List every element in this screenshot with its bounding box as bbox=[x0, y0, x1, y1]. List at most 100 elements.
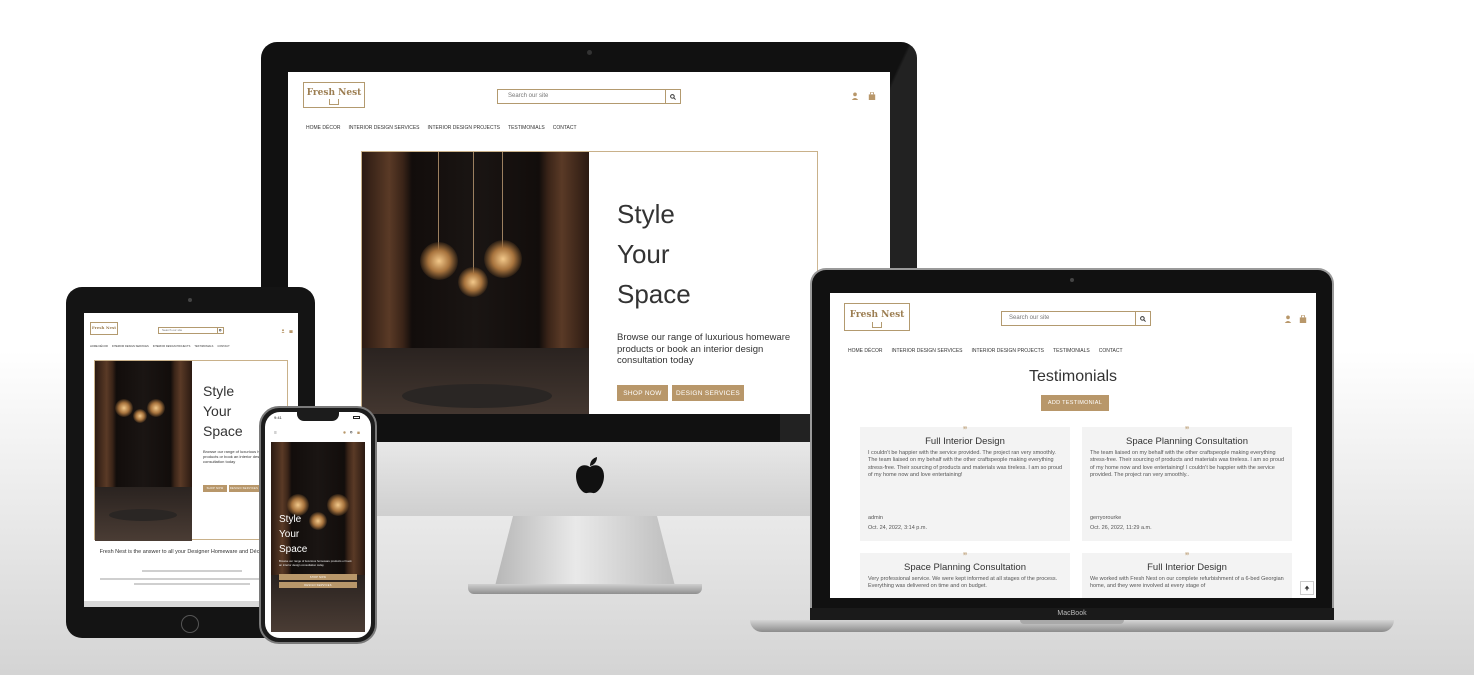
imac-screen: Fresh Nest Search our site HOME DÉCOR IN… bbox=[288, 72, 890, 414]
shopping-bag-icon[interactable] bbox=[1299, 315, 1307, 323]
dining-table bbox=[109, 509, 177, 521]
hero-heading: Style Your Space bbox=[203, 381, 243, 441]
search-button[interactable] bbox=[665, 90, 680, 103]
hero-heading: Style Your Space bbox=[279, 512, 307, 557]
nav-contact[interactable]: CONTACT bbox=[217, 345, 229, 348]
card-title: Full Interior Design bbox=[925, 436, 1005, 447]
hero-buttons: SHOP NOW DESIGN SERVICES bbox=[617, 385, 744, 401]
nav-interior-design-services[interactable]: INTERIOR DESIGN SERVICES bbox=[112, 345, 149, 348]
ipad-home-button[interactable] bbox=[181, 615, 199, 633]
search-placeholder: Search our site bbox=[162, 328, 183, 332]
nav-interior-design-projects[interactable]: INTERIOR DESIGN PROJECTS bbox=[972, 348, 1045, 354]
testimonial-card: ” Full Interior Design I couldn't be hap… bbox=[860, 425, 1070, 541]
arrow-up-icon bbox=[1304, 585, 1310, 591]
add-testimonial-button[interactable]: ADD TESTIMONIAL bbox=[1041, 395, 1109, 411]
macbook-screen: Fresh Nest Search our site HOME DÉCOR IN… bbox=[830, 293, 1316, 598]
pendant-lamp bbox=[147, 399, 165, 417]
card-author: admin bbox=[868, 515, 883, 521]
shopping-bag-icon[interactable] bbox=[289, 329, 293, 333]
nav-interior-design-services[interactable]: INTERIOR DESIGN SERVICES bbox=[348, 125, 419, 131]
design-services-button[interactable]: DESIGN SERVICES bbox=[672, 385, 744, 401]
nav-contact[interactable]: CONTACT bbox=[1099, 348, 1123, 354]
nav-testimonials[interactable]: TESTIMONIALS bbox=[508, 125, 545, 131]
logo-text: Fresh Nest bbox=[91, 325, 117, 330]
card-author: gerryorourke bbox=[1090, 515, 1122, 521]
user-icon[interactable] bbox=[1284, 315, 1292, 323]
card-body: We worked with Fresh Nest on our complet… bbox=[1090, 576, 1284, 590]
hero-line-1: Style bbox=[203, 383, 235, 399]
card-date: Oct. 24, 2022, 3:14 p.m. bbox=[868, 525, 928, 531]
hero-line-3: Space bbox=[203, 423, 243, 439]
site-logo[interactable]: Fresh Nest bbox=[90, 322, 118, 335]
testimonial-card: ” Full Interior Design We worked with Fr… bbox=[1082, 551, 1292, 598]
page-title: Testimonials bbox=[1028, 368, 1118, 385]
nav-interior-design-projects[interactable]: INTERIOR DESIGN PROJECTS bbox=[153, 345, 191, 348]
logo-mark-icon bbox=[329, 99, 339, 105]
search-button[interactable] bbox=[217, 328, 223, 333]
card-title: Space Planning Consultation bbox=[903, 562, 1026, 573]
search-button[interactable] bbox=[1135, 312, 1150, 325]
search-icon[interactable] bbox=[350, 431, 353, 434]
hero-line-1: Style bbox=[279, 514, 302, 525]
search-icon bbox=[670, 93, 676, 100]
search-input[interactable]: Search our site bbox=[158, 327, 224, 334]
pendant-lamp bbox=[309, 512, 327, 530]
hero-line-2: Your bbox=[617, 239, 670, 269]
nav-testimonials[interactable]: TESTIMONIALS bbox=[1053, 348, 1090, 354]
user-icon[interactable] bbox=[343, 431, 346, 434]
imac-stand-neck bbox=[495, 516, 675, 586]
card-body: I couldn't be happier with the service p… bbox=[868, 450, 1063, 479]
main-nav: HOME DÉCOR INTERIOR DESIGN SERVICES INTE… bbox=[306, 125, 577, 131]
site-logo[interactable]: Fresh Nest bbox=[844, 303, 910, 331]
iphone-notch bbox=[297, 412, 339, 421]
iphone-screen: 9:41 ≡ Style Your Space Browse our range… bbox=[265, 412, 371, 638]
site-logo[interactable]: Fresh Nest bbox=[303, 82, 365, 108]
design-services-button[interactable]: DESIGN SERVICES bbox=[229, 485, 259, 492]
nav-home-decor[interactable]: HOME DÉCOR bbox=[90, 345, 108, 348]
search-input[interactable]: Search our site bbox=[497, 89, 681, 104]
status-time: 9:41 bbox=[274, 415, 282, 420]
card-title: Full Interior Design bbox=[1147, 562, 1227, 573]
hero-line-2: Your bbox=[279, 529, 300, 540]
nav-testimonials[interactable]: TESTIMONIALS bbox=[194, 345, 213, 348]
nav-interior-design-services[interactable]: INTERIOR DESIGN SERVICES bbox=[891, 348, 962, 354]
search-placeholder: Search our site bbox=[508, 93, 549, 99]
pendant-lamp bbox=[484, 240, 522, 278]
shop-now-button[interactable]: SHOP NOW bbox=[617, 385, 668, 401]
hero-line-1: Style bbox=[617, 199, 675, 229]
imac-stand-foot bbox=[468, 584, 702, 594]
main-nav: HOME DÉCOR INTERIOR DESIGN SERVICES INTE… bbox=[90, 345, 230, 348]
back-to-top-button[interactable] bbox=[1300, 581, 1314, 595]
nav-home-decor[interactable]: HOME DÉCOR bbox=[306, 125, 340, 131]
user-icon[interactable] bbox=[851, 92, 859, 100]
menu-icon[interactable]: ≡ bbox=[274, 430, 277, 436]
hero-body: Browse our range of luxurious homeware p… bbox=[617, 332, 791, 366]
logo-mark-icon bbox=[872, 322, 882, 328]
nav-interior-design-projects[interactable]: INTERIOR DESIGN PROJECTS bbox=[428, 125, 501, 131]
pendant-lamp bbox=[420, 242, 458, 280]
design-services-button[interactable]: DESIGN SERVICES bbox=[279, 582, 357, 588]
logo-text: Fresh Nest bbox=[849, 310, 905, 320]
nav-home-decor[interactable]: HOME DÉCOR bbox=[848, 348, 882, 354]
search-input[interactable]: Search our site bbox=[1001, 311, 1151, 326]
lamp-cord bbox=[502, 152, 503, 250]
hero-image bbox=[362, 152, 589, 414]
intro-text-line bbox=[142, 570, 242, 572]
shopping-bag-icon[interactable] bbox=[868, 92, 876, 100]
shop-now-button[interactable]: SHOP NOW bbox=[203, 485, 227, 492]
quote-icon: ” bbox=[1184, 551, 1190, 561]
search-icon bbox=[219, 329, 222, 332]
hero-line-3: Space bbox=[617, 279, 691, 309]
user-icon[interactable] bbox=[281, 329, 285, 333]
apple-logo-icon bbox=[576, 457, 604, 494]
quote-icon: ” bbox=[962, 425, 968, 435]
hero-buttons: SHOP NOW DESIGN SERVICES bbox=[203, 485, 259, 492]
hero-heading: Style Your Space bbox=[617, 194, 691, 314]
lamp-cord bbox=[438, 152, 439, 252]
hero-body: Browse our range of luxurious homeware p… bbox=[279, 560, 352, 567]
testimonial-card: ” Space Planning Consultation Very profe… bbox=[860, 551, 1070, 598]
shop-now-button[interactable]: SHOP NOW bbox=[279, 574, 357, 580]
pendant-lamp bbox=[133, 409, 147, 423]
shopping-bag-icon[interactable] bbox=[357, 431, 360, 434]
nav-contact[interactable]: CONTACT bbox=[553, 125, 577, 131]
